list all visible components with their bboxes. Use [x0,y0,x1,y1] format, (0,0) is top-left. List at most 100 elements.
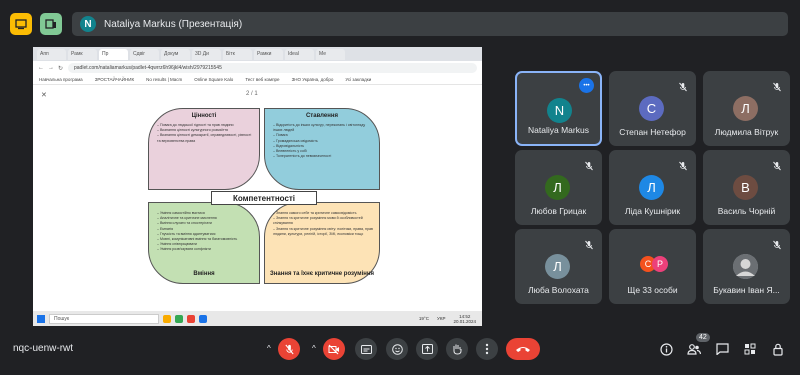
mic-off-icon [584,237,594,250]
knowledge-leaf: Знання самого себе та критичне самосвідо… [264,202,380,284]
people-icon [687,343,701,355]
browser-tab: Ме [316,48,345,60]
participant-name: Букавин Іван Я... [713,285,780,295]
center-title: Компетентності [211,191,317,205]
bookmarks-bar: Навчальна програма ЗРОСТАЙЧАЙНИК No result… [33,75,482,85]
participant-tile[interactable]: В Василь Чорній [703,150,790,225]
attitudes-title: Ставлення [305,113,339,119]
info-icon [659,342,673,356]
bookmark-item: Тест веб компре [245,77,280,82]
presenter-label: Nataliya Markus (Презентація) [104,18,243,30]
raise-hand-button[interactable] [446,338,468,360]
captions-button[interactable] [355,338,377,360]
more-options-button[interactable] [476,338,498,360]
taskbar-search: Пошук [49,313,159,324]
attitudes-list: Відкритість до інших культур, переконань… [270,123,374,159]
participant-name: Nataliya Markus [528,125,589,135]
list-item: Відкритість до інших культур, переконань… [270,123,374,133]
list-item: Уміння розв'язувати конфлікти [154,247,254,252]
list-item: Толерантність до невизначеності [270,154,374,159]
captions-icon [360,344,372,354]
mic-off-icon [678,158,688,171]
browser-tab: Докум [161,48,190,60]
language-indicator: УКР [436,316,446,321]
participant-tile[interactable]: N ••• Nataliya Markus [515,71,602,146]
participant-name: Ще 33 особи [627,285,678,295]
participant-tile[interactable]: Л Любов Грицак [515,150,602,225]
image-viewer: ✕ 2 / 1 Цінності Повага до людської гідн… [33,85,482,314]
mic-off-icon [584,158,594,171]
present-icon [421,344,433,354]
avatar: В [733,175,758,200]
skills-leaf: Уміння самостійно вчитисяАналітичне та к… [148,202,260,284]
shared-screen: Апп Рамк Пр Сдвіг Докум 3D Ди Бітк Рамки Ideal Ме… [33,47,482,326]
mic-off-icon [678,79,688,92]
browser-tab: Бітк [223,48,252,60]
participant-name: Люба Волохата [528,285,589,295]
present-screen-icon[interactable] [10,13,32,35]
mic-off-icon [772,237,782,250]
url-field: padlet.com/nataliamarkus/padlet-4qwrrz6h… [68,63,477,73]
present-button[interactable] [416,338,438,360]
mic-off-icon [284,344,294,354]
participant-tile[interactable]: Букавин Іван Я... [703,229,790,304]
hand-icon [453,344,462,355]
skills-title: Вміння [193,271,215,277]
values-title: Цінності [191,113,217,119]
skills-list: Уміння самостійно вчитисяАналітичне та к… [154,211,254,253]
camera-options-chevron[interactable]: ^ [312,344,316,353]
knowledge-list: Знання самого себе та критичне самосвідо… [270,211,374,237]
lock-person-icon [773,343,783,356]
tile-more-icon[interactable]: ••• [579,78,594,93]
mic-options-chevron[interactable]: ^ [267,344,271,353]
forward-icon: → [48,65,54,71]
browser-tab: 3D Ди [192,48,221,60]
participant-name: Людмила Вітрук [714,127,779,137]
word-icon [199,314,207,323]
avatar: Л [639,175,664,200]
browser-tab: Пр [99,48,128,60]
participant-name: Ліда Кушнірик [624,206,681,216]
participant-tile[interactable]: С Степан Нетефор [609,71,696,146]
close-icon: ✕ [41,92,47,99]
chrome-icon [175,314,183,323]
attitudes-leaf: Ставлення Відкритість до інших культур, … [264,108,380,190]
bookmark-item: ЗРОСТАЙЧАЙНИК [94,77,135,82]
meeting-code: nqc-uenw-rwt [13,343,74,354]
folder-icon [163,314,171,323]
mic-button[interactable] [278,338,300,360]
browser-tab: Рамк [68,48,97,60]
camera-off-icon [328,344,339,354]
activities-icon [744,343,756,355]
values-leaf: Цінності Повага до людської гідності та … [148,108,260,190]
back-icon: ← [38,65,44,71]
bookmark-item: Усі закладки [345,77,372,82]
participant-name: Степан Нетефор [619,127,686,137]
emoji-button[interactable] [386,338,408,360]
chat-button[interactable] [714,341,730,357]
windows-start-icon [37,314,45,323]
layout-icon[interactable] [40,13,62,35]
list-item: Знання та критичне розуміння мови й особ… [270,216,374,226]
participant-tile[interactable]: С Р Ще 33 особи [609,229,696,304]
participant-tile[interactable]: Л Ліда Кушнірик [609,150,696,225]
avatar: С [639,96,664,121]
leave-call-button[interactable] [506,338,540,360]
avatar: Л [733,96,758,121]
browser-tab: Рамки [254,48,283,60]
participant-tile[interactable]: Л Людмила Вітрук [703,71,790,146]
competence-diagram: Цінності Повага до людської гідності та … [148,108,414,288]
people-button[interactable] [686,341,702,357]
participant-tile[interactable]: Л Люба Волохата [515,229,602,304]
values-list: Повага до людської гідності та прав люди… [154,123,254,144]
top-bar: N Nataliya Markus (Презентація) [0,0,800,48]
bookmark-item: Навчальна програма [39,77,83,82]
emoji-icon [391,343,403,355]
activities-button[interactable] [742,341,758,357]
meeting-info-button[interactable] [658,341,674,357]
people-count-badge: 42 [696,333,710,342]
participant-name: Любов Грицак [530,206,587,216]
camera-button[interactable] [323,338,345,360]
host-controls-button[interactable] [770,341,786,357]
meeting-controls: nqc-uenw-rwt ^ ^ 42 [0,323,800,375]
